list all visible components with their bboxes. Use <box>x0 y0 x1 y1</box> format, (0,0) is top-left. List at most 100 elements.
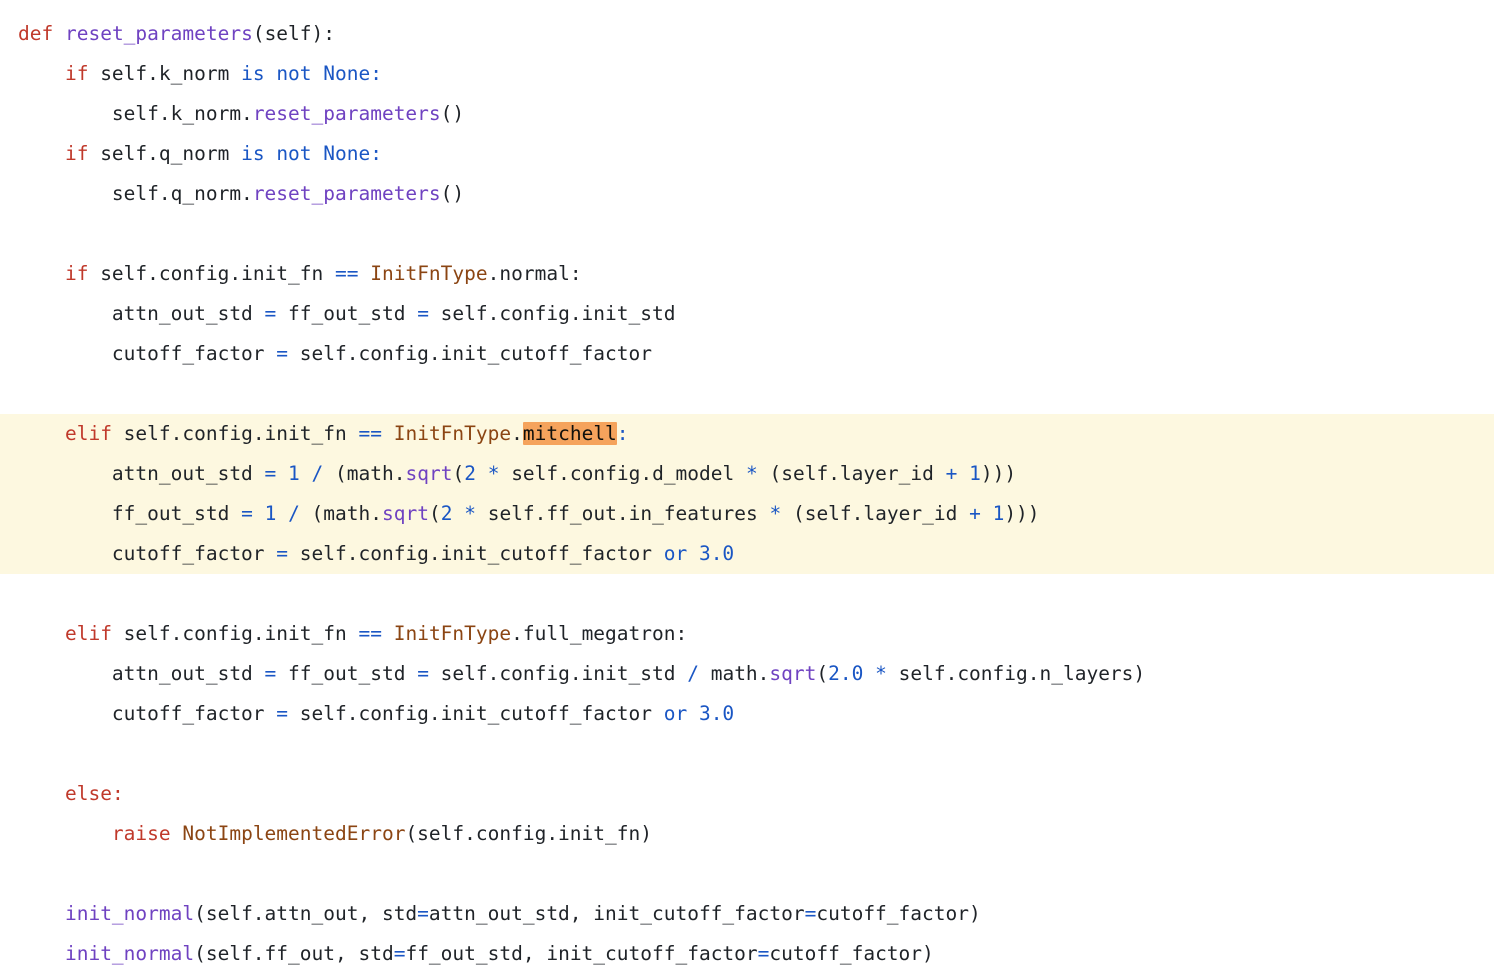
code-line[interactable]: attn_out_std = ff_out_std = self.config.… <box>0 294 1494 334</box>
code-token-plain: self.q_norm. <box>18 182 253 205</box>
code-token-plain: cutoff_factor <box>18 342 277 365</box>
code-token-function: reset_parameters <box>252 102 441 125</box>
code-token-plain: self.k_norm <box>88 62 242 85</box>
code-line[interactable] <box>0 734 1494 774</box>
code-token-builtin: : <box>370 62 383 85</box>
code-token-builtin: None <box>323 62 371 85</box>
code-token-function: sqrt <box>769 662 817 685</box>
code-token-operator: = <box>393 942 406 965</box>
code-line[interactable]: raise NotImplementedError(self.config.in… <box>0 814 1494 854</box>
code-token-plain: ff_out_std, init_cutoff_factor <box>405 942 758 965</box>
code-token-plain: self.ff_out.in_features <box>475 502 770 525</box>
code-token-number: 3.0 <box>698 542 735 565</box>
code-token-keyword: def <box>18 22 54 45</box>
code-line[interactable]: attn_out_std = 1 / (math.sqrt(2 * self.c… <box>0 454 1494 494</box>
code-token-operator: = <box>417 902 429 925</box>
code-line[interactable]: self.q_norm.reset_parameters() <box>0 174 1494 214</box>
code-token-plain: (self.config.init_fn) <box>405 822 652 845</box>
code-token-plain: ff_out_std <box>276 662 418 685</box>
code-token-operator: == <box>358 422 382 445</box>
code-token-keyword: raise <box>111 822 171 845</box>
code-token-plain: attn_out_std <box>18 462 265 485</box>
code-line[interactable]: init_normal(self.attn_out, std=attn_out_… <box>0 894 1494 934</box>
code-line[interactable]: init_normal(self.ff_out, std=ff_out_std,… <box>0 934 1494 974</box>
code-line[interactable]: cutoff_factor = self.config.init_cutoff_… <box>0 334 1494 374</box>
code-token-builtin: or <box>663 702 688 725</box>
search-match-highlight[interactable]: mitchell <box>522 422 617 445</box>
code-token-function: sqrt <box>405 462 453 485</box>
code-token-operator: / <box>687 662 699 685</box>
code-line[interactable] <box>0 854 1494 894</box>
code-token-function: sqrt <box>382 502 429 525</box>
code-token-keyword: if <box>64 262 89 285</box>
code-token-plain: self.config.init_fn <box>88 262 335 285</box>
code-token-plain: .normal: <box>487 262 582 285</box>
code-token-plain: (self.layer_id <box>757 462 946 485</box>
code-token-plain: self.config.init_fn <box>111 422 359 445</box>
code-token-class: InitFnType <box>393 422 512 445</box>
code-line[interactable] <box>0 374 1494 414</box>
code-token-operator: = <box>276 342 289 365</box>
code-line[interactable]: ff_out_std = 1 / (math.sqrt(2 * self.ff_… <box>0 494 1494 534</box>
code-token-plain: self.k_norm. <box>18 102 253 125</box>
code-line[interactable]: elif self.config.init_fn == InitFnType.m… <box>0 414 1494 454</box>
code-token-class: InitFnType <box>370 262 488 285</box>
code-line[interactable]: cutoff_factor = self.config.init_cutoff_… <box>0 534 1494 574</box>
code-token-function: init_normal <box>64 902 195 925</box>
code-token-plain: (self.ff_out, std <box>194 942 394 965</box>
code-line[interactable]: if self.q_norm is not None: <box>0 134 1494 174</box>
code-line[interactable]: def reset_parameters(self): <box>0 14 1494 54</box>
code-viewer[interactable]: def reset_parameters(self): if self.k_no… <box>0 0 1494 978</box>
code-token-number: 1 <box>264 502 277 525</box>
code-block[interactable]: def reset_parameters(self): if self.k_no… <box>0 14 1494 974</box>
code-token-operator: / <box>311 462 324 485</box>
code-token-operator: + <box>945 462 958 485</box>
code-line[interactable] <box>0 574 1494 614</box>
code-line[interactable]: attn_out_std = ff_out_std = self.config.… <box>0 654 1494 694</box>
code-token-plain: cutoff_factor <box>18 702 277 725</box>
code-token-plain: self.config.n_layers) <box>886 662 1146 685</box>
code-token-plain: self.config.init_fn <box>111 622 359 645</box>
code-token-number: 1 <box>288 462 300 485</box>
code-token-plain: ff_out_std <box>18 502 242 525</box>
code-line[interactable]: elif self.config.init_fn == InitFnType.f… <box>0 614 1494 654</box>
code-token-plain: (self.attn_out, std <box>194 902 418 925</box>
code-token-plain: ff_out_std <box>276 302 418 325</box>
code-line[interactable]: cutoff_factor = self.config.init_cutoff_… <box>0 694 1494 734</box>
code-token-builtin: not <box>276 142 312 165</box>
code-token-plain: self.config.init_cutoff_factor <box>288 702 664 725</box>
code-token-plain: self.config.init_std <box>428 662 688 685</box>
code-token-builtin: is <box>241 62 265 85</box>
code-token-plain: self.config.init_cutoff_factor <box>288 342 652 365</box>
code-line[interactable]: else: <box>0 774 1494 814</box>
code-token-keyword: elif <box>64 622 112 645</box>
code-token-operator: = <box>417 662 429 685</box>
code-token-plain: self.q_norm <box>88 142 242 165</box>
code-token-operator: = <box>264 462 277 485</box>
code-line[interactable]: self.k_norm.reset_parameters() <box>0 94 1494 134</box>
code-line[interactable]: if self.k_norm is not None: <box>0 54 1494 94</box>
code-line[interactable]: if self.config.init_fn == InitFnType.nor… <box>0 254 1494 294</box>
code-token-keyword: if <box>64 62 89 85</box>
code-line[interactable] <box>0 214 1494 254</box>
code-token-plain: ))) <box>980 462 1017 485</box>
code-token-plain: ( <box>428 502 441 525</box>
code-token-builtin: or <box>663 542 688 565</box>
code-token-plain: self.config.init_std <box>428 302 676 325</box>
code-token-operator: = <box>264 302 277 325</box>
code-token-operator: / <box>288 502 300 525</box>
code-token-function: reset_parameters <box>252 182 441 205</box>
